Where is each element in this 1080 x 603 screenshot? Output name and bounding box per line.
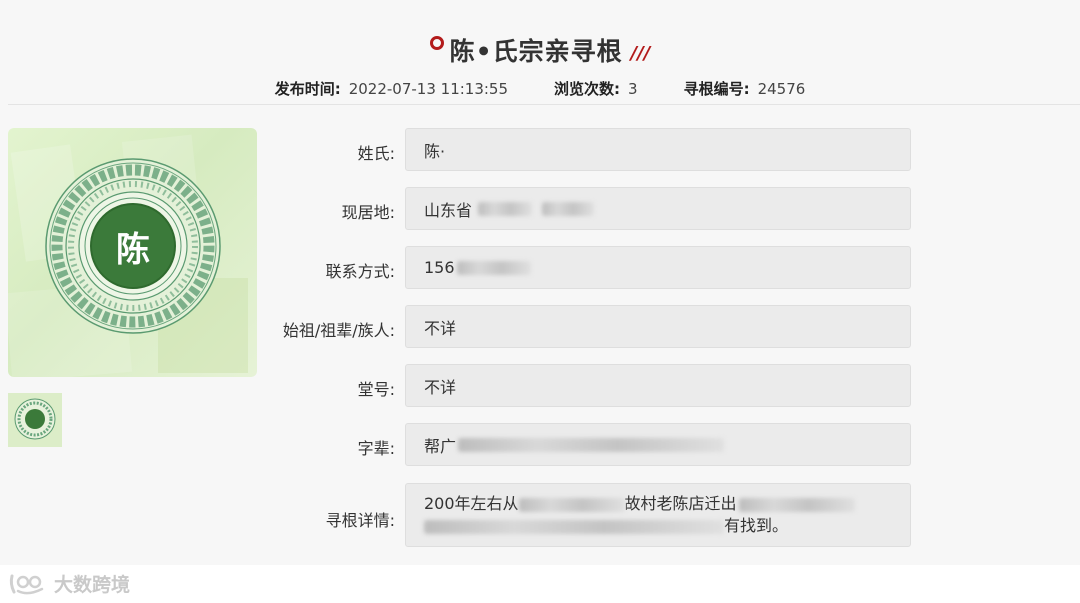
emblem-character: 陈 bbox=[116, 230, 150, 270]
field-surname-value: 陈· bbox=[424, 141, 446, 161]
watermark-text: 大数跨境 bbox=[54, 574, 131, 596]
field-label-details: 寻根详情: bbox=[325, 511, 395, 530]
field-contact-value: 156 bbox=[424, 258, 455, 277]
field-hall-name: 不详 bbox=[405, 364, 911, 407]
view-count-label: 浏览次数: bbox=[554, 80, 621, 98]
details-text: 200年左右从 故村老陈店迁出 有找到。 bbox=[424, 493, 910, 537]
field-residence-value: 山东省 bbox=[424, 200, 473, 220]
redacted-text bbox=[738, 497, 855, 512]
redacted-text bbox=[478, 201, 533, 216]
field-surname: 陈· bbox=[405, 128, 911, 171]
emblem-thumbnail[interactable] bbox=[8, 393, 62, 447]
field-label-generation-names: 字辈: bbox=[357, 439, 395, 458]
field-details: 200年左右从 故村老陈店迁出 有找到。 bbox=[405, 483, 911, 547]
page-title: 陈•氏宗亲寻根 bbox=[449, 37, 623, 66]
redacted-text bbox=[424, 519, 724, 534]
field-ancestors-value: 不详 bbox=[424, 318, 457, 338]
field-generation-names: 帮广 bbox=[405, 423, 911, 466]
field-hall-name-value: 不详 bbox=[424, 377, 457, 397]
field-label-residence: 现居地: bbox=[341, 203, 395, 222]
bottom-strip bbox=[0, 565, 1080, 603]
field-ancestors: 不详 bbox=[405, 305, 911, 348]
header-divider bbox=[8, 104, 1080, 105]
details-text-mid: 故村老陈店迁出 bbox=[624, 494, 737, 513]
redacted-text bbox=[456, 260, 531, 275]
view-count: 浏览次数: 3 bbox=[554, 78, 638, 100]
watermark: 大数跨境 bbox=[8, 570, 130, 597]
field-label-ancestors: 始祖/祖辈/族人: bbox=[282, 321, 395, 340]
title-slash-decoration: /// bbox=[630, 42, 651, 64]
search-id-label: 寻根编号: bbox=[683, 80, 750, 98]
title-row: 陈•氏宗亲寻根 /// bbox=[0, 30, 1080, 70]
publish-time: 发布时间: 2022-07-13 11:13:55 bbox=[275, 78, 508, 100]
surname-emblem-image[interactable]: 陈 bbox=[8, 128, 257, 377]
details-text-start: 200年左右从 bbox=[424, 494, 519, 513]
publish-time-label: 发布时间: bbox=[274, 80, 341, 98]
field-contact: 156 bbox=[405, 246, 911, 289]
redacted-text bbox=[518, 497, 625, 512]
field-generation-names-value: 帮广 bbox=[424, 436, 457, 456]
redacted-text bbox=[458, 437, 725, 452]
field-residence: 山东省 bbox=[405, 187, 911, 230]
details-text-end: 有找到。 bbox=[724, 516, 789, 535]
publish-time-value: 2022-07-13 11:13:55 bbox=[348, 80, 509, 98]
field-label-hall-name: 堂号: bbox=[357, 380, 395, 399]
search-id-value: 24576 bbox=[757, 80, 806, 98]
field-label-contact: 联系方式: bbox=[325, 262, 395, 281]
watermark-logo-icon bbox=[9, 574, 44, 594]
search-id: 寻根编号: 24576 bbox=[684, 78, 806, 100]
title-ring-icon bbox=[429, 36, 444, 50]
field-label-surname: 姓氏: bbox=[357, 144, 395, 163]
meta-row: 发布时间: 2022-07-13 11:13:55 浏览次数: 3 寻根编号: 245… bbox=[0, 78, 1080, 100]
redacted-text bbox=[542, 201, 595, 216]
view-count-value: 3 bbox=[628, 80, 638, 98]
